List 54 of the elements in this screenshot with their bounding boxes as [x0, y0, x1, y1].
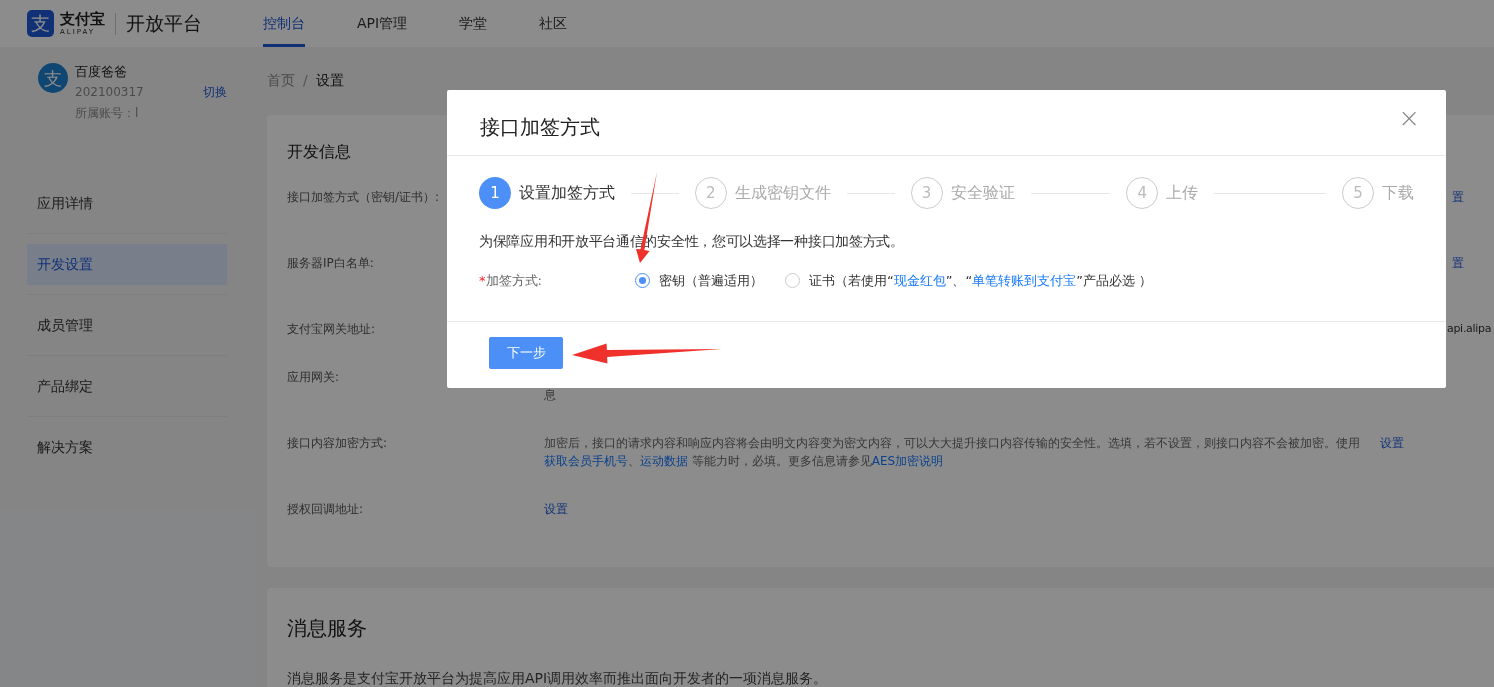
radio-option[interactable]: 证书（若使用“现金红包”、“单笔转账到支付宝”产品必选 ）	[785, 271, 1153, 291]
sidebar-item[interactable]: 解决方案	[27, 427, 227, 468]
app-id: 202100317	[75, 84, 145, 101]
gateway-url: api.alipa	[1447, 321, 1492, 337]
step-label: 下载	[1382, 182, 1414, 204]
set-link[interactable]: 设置	[1380, 434, 1404, 470]
breadcrumb-separator: /	[303, 70, 308, 90]
set-link[interactable]: 设置	[544, 502, 568, 516]
option-text: 密钥（普遍适用）	[659, 272, 763, 290]
step-label: 上传	[1166, 182, 1199, 204]
sidebar-item[interactable]: 产品绑定	[27, 365, 227, 407]
close-button[interactable]: ×	[1398, 104, 1420, 131]
link[interactable]: AES加密说明	[871, 454, 944, 468]
sidebar-item[interactable]: 应用详情	[27, 182, 227, 224]
logo-mark: 支	[27, 10, 54, 37]
card-description: 消息服务是支付宝开放平台为提高应用API调用效率而推出面向开发者的一项消息服务。	[287, 669, 829, 687]
step-number: 1	[479, 177, 511, 209]
account-name: 百度爸爸	[75, 63, 128, 81]
field-label: 应用网关:	[287, 370, 340, 384]
card-title: 开发信息	[287, 141, 352, 163]
current-page-label: 设置	[315, 70, 344, 90]
field-value: 息	[544, 387, 557, 404]
step-label: 安全验证	[950, 182, 1015, 204]
link[interactable]: 运动数据	[640, 454, 688, 468]
radio-option[interactable]: 密钥（普遍适用）	[635, 271, 763, 291]
option-text: 证书（若使用“现金红包”、“单笔转账到支付宝”产品必选 ）	[809, 272, 1153, 290]
step-label: 生成密钥文件	[734, 182, 831, 204]
breadcrumb-link[interactable]: 首页	[267, 69, 295, 91]
field-value: 加密后，接口的请求内容和响应内容将会由明文内容变为密文内容，可以大大提升接口内容传输的安全性。选填，若不设置，则接口内容不会被加密。使用 获取会员手机号、运动数据 等能力时，必填。更多信息请参见AES加密说明	[544, 435, 1360, 470]
switch-link[interactable]: 切换	[203, 82, 227, 103]
set-link[interactable]: 置	[1452, 188, 1464, 224]
field-label: 接口加签方式（密钥/证书）:	[287, 190, 440, 204]
field-label: *加签方式:	[479, 272, 543, 290]
field-label: 接口内容加密方式:	[287, 436, 388, 450]
dialog-title: 接口加签方式	[480, 114, 600, 141]
nav-tab[interactable]: 控制台	[263, 0, 305, 47]
field-label: 服务器IP白名单:	[287, 256, 374, 270]
link[interactable]: 单笔转账到支付宝	[972, 273, 1077, 288]
nav-tab[interactable]: 社区	[539, 0, 568, 47]
product-name: 开放平台	[126, 11, 202, 37]
avatar: 支	[38, 63, 68, 93]
nav-tab[interactable]: API管理	[357, 0, 408, 47]
step-label: 设置加签方式	[519, 182, 615, 204]
sidebar-item[interactable]: 成员管理	[27, 304, 227, 346]
link[interactable]: 现金红包	[893, 273, 946, 288]
sidebar-item[interactable]: 开发设置	[27, 243, 227, 285]
card-title: 消息服务	[287, 615, 368, 642]
brand-name: 支付宝	[60, 11, 105, 27]
set-link[interactable]: 置	[1452, 254, 1464, 290]
link[interactable]: 获取会员手机号	[544, 454, 628, 468]
field-label: 授权回调地址:	[287, 502, 364, 516]
nav-tab[interactable]: 学堂	[459, 0, 488, 47]
next-button[interactable]: 下一步	[489, 337, 563, 369]
field-label: 支付宝网关地址:	[287, 322, 376, 336]
